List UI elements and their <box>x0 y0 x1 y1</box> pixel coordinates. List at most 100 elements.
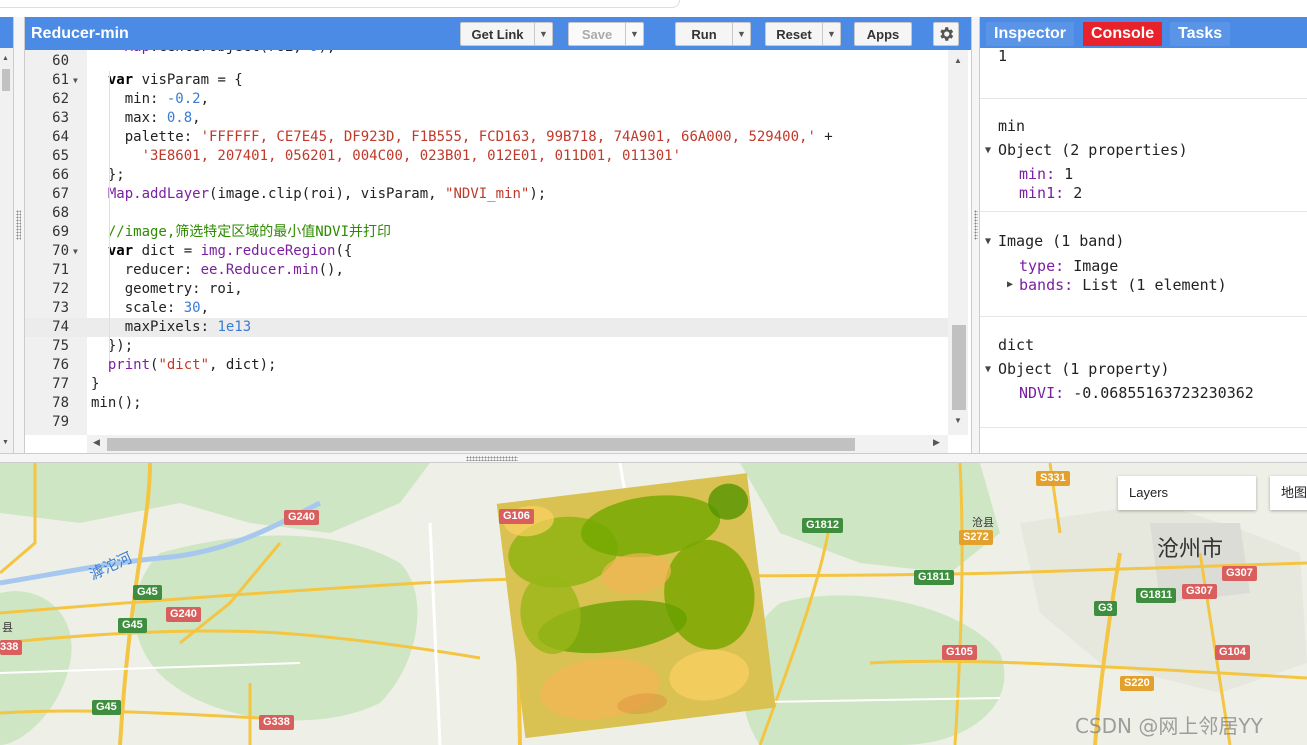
line-number: 63 <box>52 110 69 126</box>
line-number: 73 <box>52 300 69 316</box>
code-line[interactable]: 68 <box>25 204 948 223</box>
scroll-right-icon[interactable]: ▶ <box>933 437 940 448</box>
code-text: }; <box>91 167 125 183</box>
code-text: maxPixels: 1e13 <box>91 319 252 335</box>
map-splitter[interactable] <box>0 453 1307 463</box>
code-line[interactable]: 78 min(); <box>25 394 948 413</box>
apps-button[interactable]: Apps <box>854 22 912 46</box>
editor-hscroll-thumb[interactable] <box>107 438 855 451</box>
code-line[interactable]: 79 <box>25 413 948 432</box>
ndvi-layer <box>496 473 776 739</box>
chevron-down-icon[interactable]: ▼ <box>822 23 840 45</box>
code-line[interactable]: 71 reducer: ee.Reducer.min(), <box>25 261 948 280</box>
chevron-down-icon[interactable]: ▼ <box>534 23 552 45</box>
scroll-down-icon[interactable]: ▼ <box>2 439 9 446</box>
map-type-button[interactable]: 地图 <box>1270 476 1307 510</box>
get-link-button[interactable]: Get Link ▼ <box>460 22 553 46</box>
reset-button[interactable]: Reset ▼ <box>765 22 841 46</box>
scroll-up-icon[interactable]: ▲ <box>954 56 962 65</box>
road-shield: G106 <box>499 509 534 524</box>
road-shield: S272 <box>959 530 993 545</box>
code-line[interactable]: 61 ▼ var visParam = { <box>25 71 948 90</box>
road-shield: G338 <box>259 715 294 730</box>
property-key: bands: <box>1019 276 1074 294</box>
scripts-scroll-thumb[interactable] <box>2 69 10 91</box>
county-label-left: 县 <box>2 621 13 634</box>
code-line[interactable]: 62 min: -0.2, <box>25 90 948 109</box>
code-line[interactable]: 60 <box>25 52 948 71</box>
expand-triangle-icon[interactable]: ▶ <box>1007 279 1013 290</box>
chevron-down-icon[interactable]: ▼ <box>625 23 643 45</box>
scroll-down-icon[interactable]: ▼ <box>954 416 962 425</box>
road-shield: G240 <box>166 607 201 622</box>
code-line[interactable]: 77} <box>25 375 948 394</box>
scripts-panel-header <box>0 17 13 48</box>
console-output: 1 min ▼ Object (2 properties) min: 1 min… <box>980 48 1307 453</box>
line-number: 76 <box>52 357 69 373</box>
code-text: max: 0.8, <box>91 110 201 126</box>
code-line[interactable]: 65 '3E8601, 207401, 056201, 004C00, 023B… <box>25 147 948 166</box>
image-summary[interactable]: Image (1 band) <box>998 231 1124 251</box>
save-button[interactable]: Save ▼ <box>568 22 644 46</box>
code-text: //image,筛选特定区域的最小值NDVI并打印 <box>91 224 392 240</box>
object-summary[interactable]: Object (2 properties) <box>998 140 1188 160</box>
console-entry-min: min ▼ Object (2 properties) min: 1 min1:… <box>980 100 1307 212</box>
property-value: 2 <box>1073 184 1083 202</box>
editor-vertical-scrollbar[interactable]: ▲ ▼ <box>948 50 968 435</box>
property-row: min: 1 <box>1019 164 1073 184</box>
code-line[interactable]: 66 }; <box>25 166 948 185</box>
road-shield: G307 <box>1222 566 1257 581</box>
settings-button[interactable] <box>933 22 959 46</box>
code-line[interactable]: 72 geometry: roi, <box>25 280 948 299</box>
editor-right-splitter[interactable] <box>971 17 980 453</box>
run-button[interactable]: Run ▼ <box>675 22 751 46</box>
fold-triangle-icon[interactable]: ▼ <box>73 71 78 90</box>
code-line[interactable]: 75 }); <box>25 337 948 356</box>
line-number: 78 <box>52 395 69 411</box>
code-line[interactable]: 69 //image,筛选特定区域的最小值NDVI并打印 <box>25 223 948 242</box>
road-shield: G1811 <box>1136 588 1177 603</box>
object-summary[interactable]: Object (1 property) <box>998 359 1170 379</box>
code-text: reducer: ee.Reducer.min(), <box>91 262 344 278</box>
console-entry: 1 <box>980 48 1307 99</box>
road-shield: G1811 <box>914 570 955 585</box>
layers-button[interactable]: Layers <box>1118 476 1256 510</box>
property-row[interactable]: bands: List (1 element) <box>1019 275 1227 295</box>
scroll-left-icon[interactable]: ◀ <box>93 437 100 448</box>
code-text: } <box>91 376 100 392</box>
property-key: min: <box>1019 165 1056 183</box>
line-number: 66 <box>52 167 69 183</box>
expand-triangle-icon[interactable]: ▼ <box>985 236 991 247</box>
chevron-down-icon[interactable]: ▼ <box>732 23 750 45</box>
expand-triangle-icon[interactable]: ▼ <box>985 364 991 375</box>
left-splitter[interactable] <box>14 17 24 453</box>
tab-inspector[interactable]: Inspector <box>986 22 1075 46</box>
code-line[interactable]: 70 ▼ var dict = img.reduceRegion({ <box>25 242 948 261</box>
expand-triangle-icon[interactable]: ▼ <box>985 145 991 156</box>
code-line[interactable]: 63 max: 0.8, <box>25 109 948 128</box>
browser-top-strip <box>0 0 1307 17</box>
console-first-output: 1 <box>998 48 1008 65</box>
code-line[interactable]: 73 scale: 30, <box>25 299 948 318</box>
code-text: min(); <box>91 395 142 411</box>
editor-horizontal-scrollbar[interactable]: ◀ ▶ <box>87 435 948 453</box>
tab-edge <box>0 0 680 8</box>
tab-tasks[interactable]: Tasks <box>1170 22 1231 46</box>
tab-console[interactable]: Console <box>1083 22 1163 46</box>
code-area[interactable]: Map.centerObject(roi, 9);6061▼ var visPa… <box>25 50 948 435</box>
code-line[interactable]: 64 palette: 'FFFFFF, CE7E45, DF923D, F1B… <box>25 128 948 147</box>
property-key: NDVI: <box>1019 384 1065 402</box>
map-canvas[interactable]: 滹沱河 沧州市 沧县 县 G240 G106 G1812 S331 S272 G… <box>0 463 1307 745</box>
fold-triangle-icon[interactable]: ▼ <box>73 242 78 261</box>
code-line[interactable]: 76 print("dict", dict); <box>25 356 948 375</box>
code-line[interactable]: 74 maxPixels: 1e13 <box>25 318 948 337</box>
script-title: Reducer-min <box>31 25 129 42</box>
scripts-panel-edge: ▲ ▼ <box>0 17 14 453</box>
code-editor-panel: Reducer-min Get Link ▼ Save ▼ Run ▼ Rese… <box>24 17 972 453</box>
scroll-up-icon[interactable]: ▲ <box>2 55 9 62</box>
line-number: 79 <box>52 414 69 430</box>
line-number: 69 <box>52 224 69 240</box>
code-line[interactable]: 67 Map.addLayer(image.clip(roi), visPara… <box>25 185 948 204</box>
editor-scroll-thumb[interactable] <box>952 325 966 410</box>
line-number: 67 <box>52 186 69 202</box>
